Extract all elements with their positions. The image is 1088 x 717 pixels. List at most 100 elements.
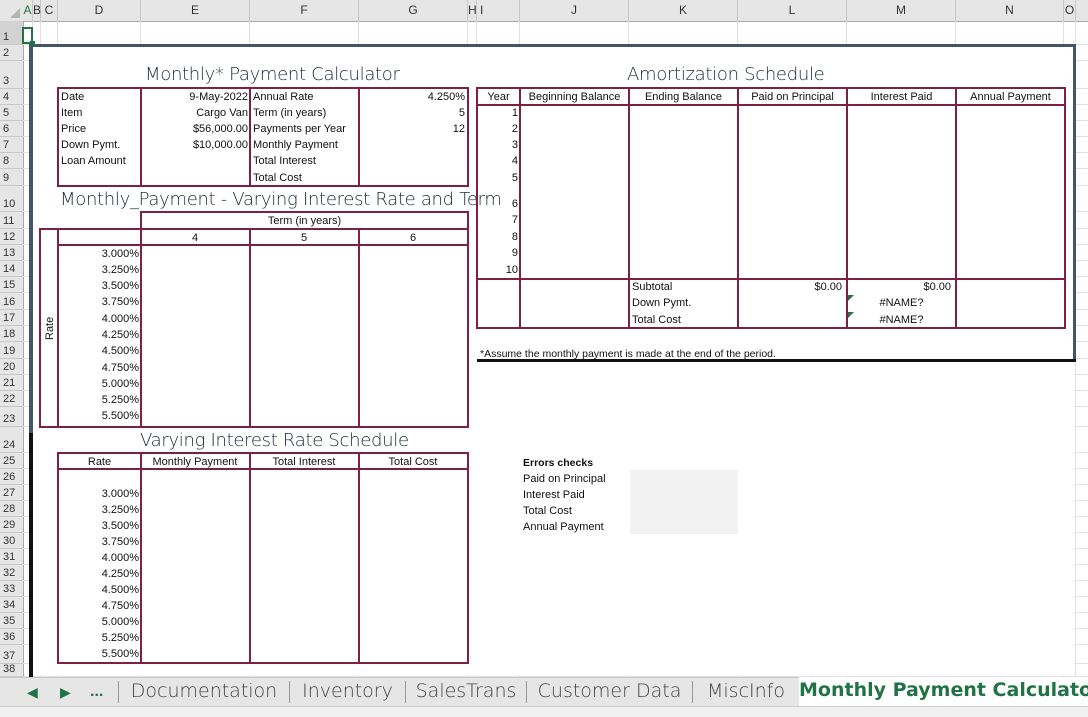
row-header[interactable]: 8 [0, 153, 23, 169]
subtotal-principal[interactable]: $0.00 [739, 279, 842, 295]
rate-value[interactable]: 3.500% [60, 278, 139, 294]
year-value[interactable]: 1 [478, 105, 518, 121]
rate-value[interactable]: 3.000% [60, 486, 139, 502]
row-header[interactable]: 2 [0, 45, 23, 61]
row-header[interactable]: 5 [0, 105, 23, 121]
rate-value[interactable]: 4.000% [60, 311, 139, 327]
subtotal-interest[interactable]: $0.00 [848, 279, 951, 295]
row-header[interactable]: 22 [0, 391, 23, 407]
row-header[interactable]: 25 [0, 453, 23, 469]
row-header[interactable]: 3 [0, 61, 23, 89]
row-header[interactable]: 29 [0, 517, 23, 533]
year-value[interactable]: 6 [478, 196, 518, 212]
tab-monthly-payment-calculator[interactable]: Monthly Payment Calculator [799, 677, 1088, 708]
rate-value[interactable]: 3.750% [60, 534, 139, 550]
field-value[interactable]: 9-May-2022 [142, 89, 248, 105]
row-header[interactable]: 36 [0, 629, 23, 645]
column-header[interactable]: D [58, 0, 141, 21]
rate-value[interactable]: 5.000% [60, 376, 139, 392]
row-header[interactable]: 32 [0, 565, 23, 581]
rate-value[interactable]: 5.250% [60, 630, 139, 646]
year-value[interactable]: 5 [478, 170, 518, 186]
row-header[interactable]: 34 [0, 597, 23, 613]
rate-value[interactable]: 3.250% [60, 502, 139, 518]
field-value[interactable]: 5 [360, 105, 465, 121]
error-check-values[interactable] [630, 470, 738, 534]
row-header[interactable]: 28 [0, 501, 23, 517]
tab-inventory[interactable]: Inventory [290, 678, 405, 706]
rate-value[interactable]: 4.500% [60, 582, 139, 598]
total-cost-interest[interactable]: #NAME? [848, 312, 955, 328]
field-value[interactable]: 4.250% [360, 89, 465, 105]
column-header[interactable]: A [23, 0, 33, 21]
column-header[interactable]: J [520, 0, 629, 21]
row-header[interactable]: 1 [0, 21, 23, 45]
more-sheets-button[interactable]: ... [90, 678, 103, 706]
rate-value[interactable]: 5.000% [60, 614, 139, 630]
year-value[interactable]: 2 [478, 121, 518, 137]
tab-miscinfo[interactable]: MiscInfo [693, 678, 799, 706]
row-header[interactable]: 9 [0, 169, 23, 186]
year-value[interactable]: 10 [478, 262, 518, 278]
row-header[interactable]: 35 [0, 613, 23, 629]
field-value[interactable]: $56,000.00 [142, 121, 248, 137]
column-header[interactable]: H [468, 0, 477, 21]
row-header[interactable]: 17 [0, 310, 23, 326]
rate-value[interactable]: 4.500% [60, 343, 139, 359]
column-header[interactable]: G [359, 0, 468, 21]
row-header[interactable]: 18 [0, 326, 23, 342]
row-header[interactable]: 6 [0, 121, 23, 137]
row-header[interactable]: 31 [0, 549, 23, 565]
row-header[interactable]: 19 [0, 342, 23, 359]
rate-value[interactable]: 3.000% [60, 246, 139, 262]
scroll-tabs-right-icon[interactable]: ▶ [60, 678, 71, 706]
fill-handle[interactable] [30, 41, 35, 46]
row-header[interactable]: 13 [0, 245, 23, 261]
year-value[interactable]: 7 [478, 212, 518, 228]
row-header[interactable]: 30 [0, 533, 23, 549]
row-header[interactable]: 4 [0, 89, 23, 105]
tab-documentation[interactable]: Documentation [119, 678, 289, 706]
rate-value[interactable]: 4.750% [60, 598, 139, 614]
rate-value[interactable]: 4.000% [60, 550, 139, 566]
tab-customer-data[interactable]: Customer Data [527, 678, 692, 706]
column-header[interactable]: B [33, 0, 41, 21]
select-all-button[interactable] [0, 0, 23, 21]
row-header[interactable]: 37 [0, 645, 23, 664]
column-header[interactable]: C [41, 0, 58, 21]
rate-value[interactable]: 3.750% [60, 294, 139, 310]
rate-value[interactable]: 5.500% [60, 646, 139, 662]
row-header[interactable]: 38 [0, 663, 23, 677]
column-header[interactable]: N [956, 0, 1064, 21]
row-header[interactable]: 20 [0, 359, 23, 375]
column-header[interactable]: L [738, 0, 847, 21]
rate-value[interactable]: 4.250% [60, 566, 139, 582]
column-header[interactable]: E [141, 0, 250, 21]
column-header[interactable]: M [847, 0, 956, 21]
row-header[interactable]: 27 [0, 485, 23, 501]
year-value[interactable]: 8 [478, 229, 518, 245]
rate-value[interactable]: 4.250% [60, 327, 139, 343]
row-header[interactable]: 10 [0, 186, 23, 212]
column-header[interactable]: I [477, 0, 520, 21]
column-header[interactable]: O [1064, 0, 1076, 21]
row-header[interactable]: 7 [0, 137, 23, 153]
field-value[interactable]: 12 [360, 121, 465, 137]
row-header[interactable]: 14 [0, 261, 23, 277]
year-value[interactable]: 9 [478, 245, 518, 261]
down-pymt-interest[interactable]: #NAME? [848, 295, 955, 311]
rate-value[interactable]: 3.250% [60, 262, 139, 278]
rate-value[interactable]: 5.500% [60, 408, 139, 424]
row-header[interactable]: 16 [0, 293, 23, 310]
tab-salestrans[interactable]: SalesTrans [406, 678, 526, 706]
row-header[interactable]: 12 [0, 229, 23, 245]
field-value[interactable]: $10,000.00 [142, 137, 248, 153]
rate-value[interactable]: 5.250% [60, 392, 139, 408]
row-header[interactable]: 33 [0, 581, 23, 597]
row-header[interactable]: 26 [0, 469, 23, 485]
scroll-tabs-left-icon[interactable]: ◀ [27, 678, 38, 706]
column-header[interactable]: K [629, 0, 738, 21]
year-value[interactable]: 3 [478, 137, 518, 153]
row-header[interactable]: 21 [0, 375, 23, 391]
row-header[interactable]: 24 [0, 427, 23, 453]
